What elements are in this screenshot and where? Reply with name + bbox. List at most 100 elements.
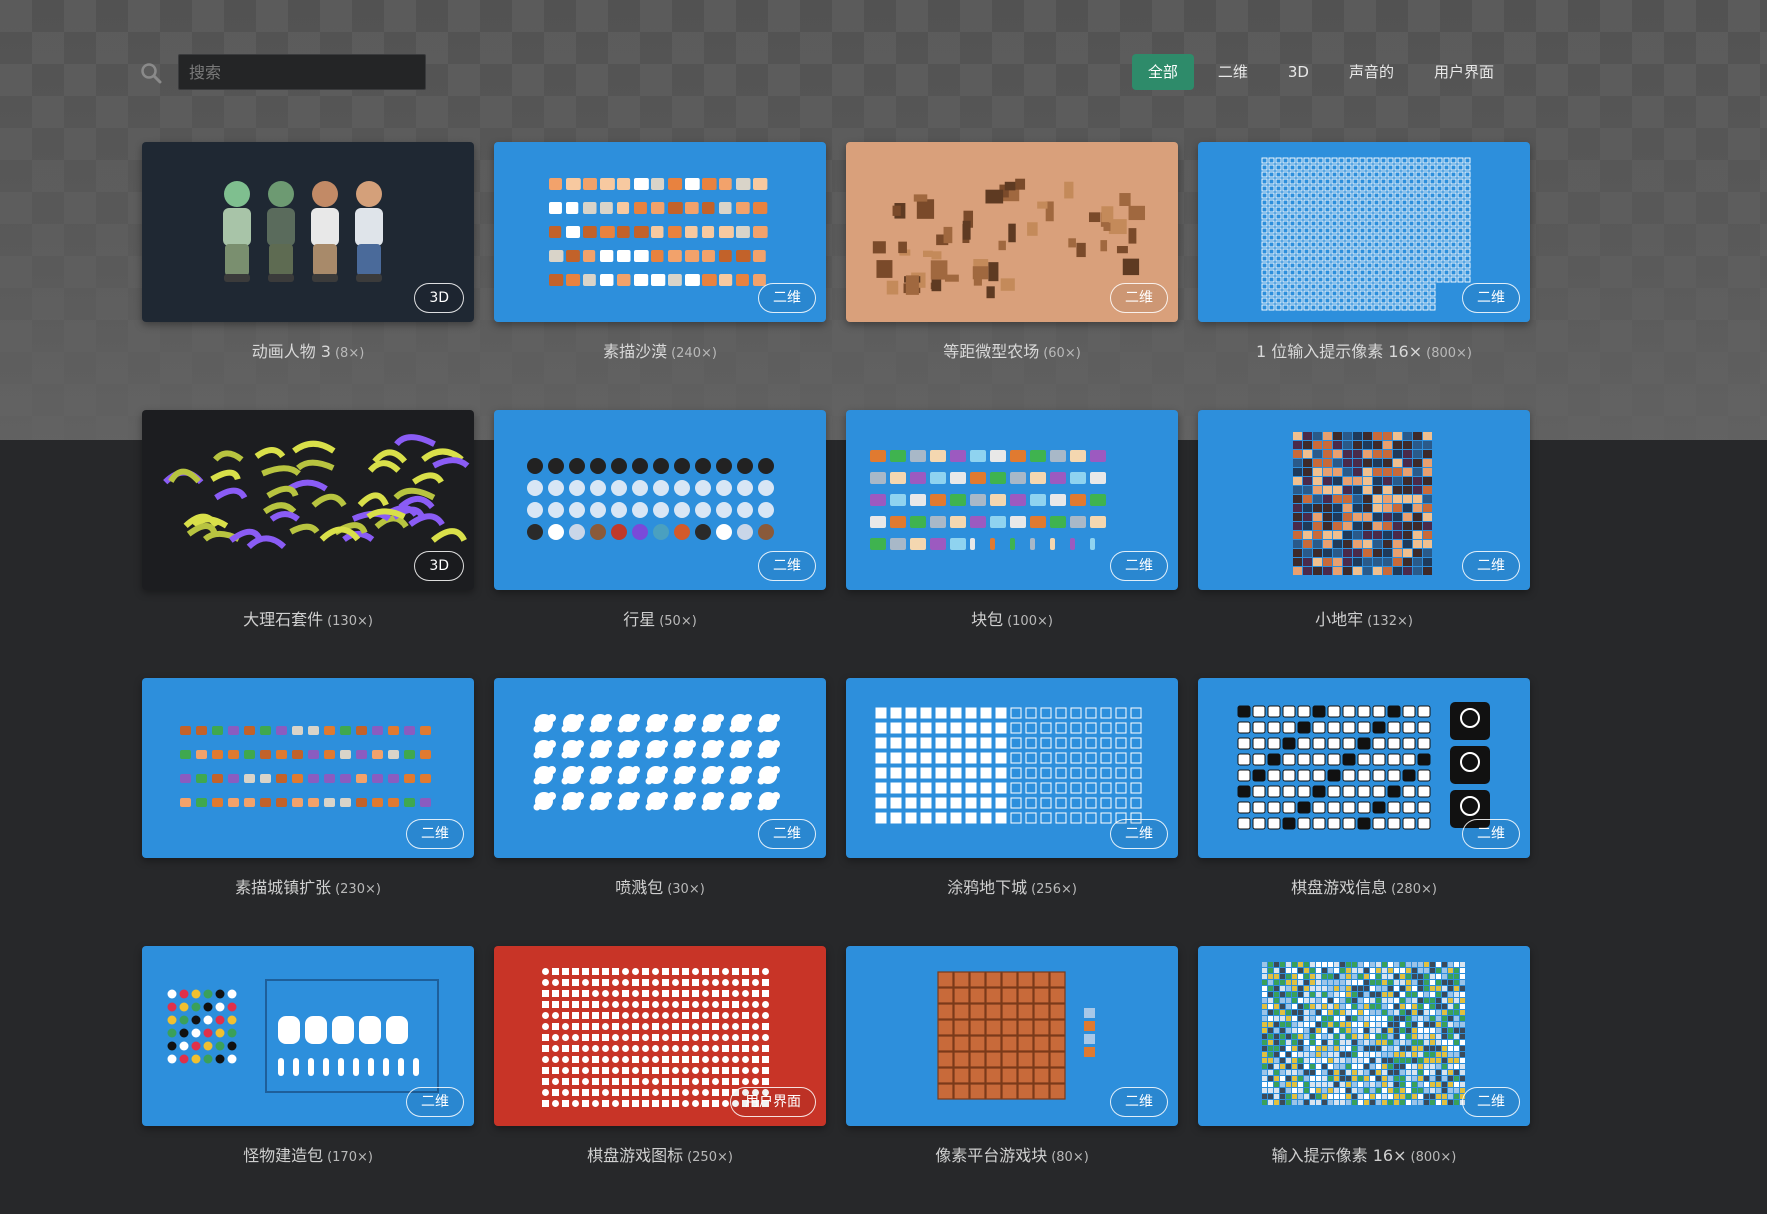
asset-pack-thumbnail[interactable]: 二维 [846,410,1178,590]
asset-pack-thumbnail[interactable]: 二维 [494,410,826,590]
category-badge: 二维 [406,819,464,849]
asset-pack-card[interactable]: 3D 动画人物 3 (8×) [142,142,474,410]
asset-pack-card[interactable]: 二维 1 位输入提示像素 16× (800×) [1198,142,1530,410]
asset-pack-card[interactable]: 二维输入提示像素 16× (800×) [1198,946,1530,1214]
asset-count: (50×) [659,614,697,629]
asset-count: (256×) [1031,882,1077,897]
asset-pack-thumbnail[interactable]: 二维 [1198,678,1530,858]
asset-pack-title[interactable]: 素描城镇扩张 [235,878,331,897]
asset-pack-thumbnail[interactable]: 3D [142,410,474,590]
asset-pack-title[interactable]: 怪物建造包 [243,1146,323,1165]
asset-pack-title[interactable]: 输入提示像素 16× [1272,1146,1407,1165]
search-input[interactable] [178,54,426,90]
asset-pack-caption: 怪物建造包 (170×) [142,1142,474,1166]
asset-pack-thumbnail[interactable]: 用户界面 [494,946,826,1126]
asset-count: (100×) [1007,614,1053,629]
asset-pack-title[interactable]: 素描沙漠 [603,342,667,361]
asset-count: (30×) [667,882,705,897]
asset-count: (800×) [1410,1150,1457,1165]
asset-pack-caption: 喷溅包 (30×) [494,874,826,898]
category-badge: 二维 [1110,819,1168,849]
asset-pack-caption: 行星 (50×) [494,606,826,630]
search-icon[interactable] [140,62,162,84]
asset-pack-grid: 3D 动画人物 3 (8×) 二维 素描沙漠 (240×) 二维 等距微型农场 (60×) 二维 1… [142,142,1530,1214]
asset-pack-thumbnail[interactable]: 二维 [142,678,474,858]
category-badge: 二维 [1110,1087,1168,1117]
asset-pack-caption: 小地牢 (132×) [1198,606,1530,630]
asset-pack-thumbnail[interactable]: 二维 [846,946,1178,1126]
category-badge: 二维 [758,283,816,313]
filter-ui[interactable]: 用户界面 [1418,54,1510,90]
asset-pack-card[interactable]: 二维块包 (100×) [846,410,1178,678]
asset-pack-caption: 素描沙漠 (240×) [494,338,826,362]
asset-count: (80×) [1051,1150,1089,1165]
asset-pack-thumbnail[interactable]: 二维 [1198,142,1530,322]
asset-pack-caption: 棋盘游戏信息 (280×) [1198,874,1530,898]
asset-pack-card[interactable]: 用户界面棋盘游戏图标 (250×) [494,946,826,1214]
asset-pack-card[interactable]: 二维行星 (50×) [494,410,826,678]
filter-audio[interactable]: 声音的 [1333,54,1410,90]
asset-count: (60×) [1043,346,1081,361]
asset-pack-thumbnail[interactable]: 二维 [1198,946,1530,1126]
asset-pack-title[interactable]: 等距微型农场 [943,342,1039,361]
asset-pack-title[interactable]: 块包 [971,610,1003,629]
asset-pack-thumbnail[interactable]: 二维 [846,678,1178,858]
asset-pack-title[interactable]: 1 位输入提示像素 16× [1256,342,1422,361]
asset-pack-title[interactable]: 涂鸦地下城 [947,878,1027,897]
asset-count: (230×) [335,882,381,897]
asset-pack-thumbnail[interactable]: 3D [142,142,474,322]
asset-pack-title[interactable]: 动画人物 3 [252,342,331,361]
filter-2d[interactable]: 二维 [1202,54,1264,90]
asset-pack-caption: 输入提示像素 16× (800×) [1198,1142,1530,1166]
asset-count: (800×) [1426,346,1472,361]
category-badge: 二维 [1110,551,1168,581]
asset-pack-caption: 涂鸦地下城 (256×) [846,874,1178,898]
asset-pack-caption: 1 位输入提示像素 16× (800×) [1198,338,1530,362]
asset-pack-title[interactable]: 大理石套件 [243,610,323,629]
asset-pack-caption: 动画人物 3 (8×) [142,338,474,362]
category-badge: 用户界面 [730,1087,816,1117]
asset-pack-card[interactable]: 二维素描沙漠 (240×) [494,142,826,410]
asset-pack-caption: 素描城镇扩张 (230×) [142,874,474,898]
asset-count: (170×) [327,1150,373,1165]
asset-count: (280×) [1391,882,1437,897]
category-badge: 3D [414,283,464,313]
asset-pack-thumbnail[interactable]: 二维 [846,142,1178,322]
asset-pack-caption: 大理石套件 (130×) [142,606,474,630]
category-badge: 二维 [758,819,816,849]
asset-pack-card[interactable]: 二维素描城镇扩张 (230×) [142,678,474,946]
asset-pack-card[interactable]: 二维怪物建造包 (170×) [142,946,474,1214]
asset-pack-card[interactable]: 二维像素平台游戏块 (80×) [846,946,1178,1214]
category-badge: 二维 [406,1087,464,1117]
asset-pack-title[interactable]: 行星 [623,610,655,629]
category-badge: 二维 [1462,283,1520,313]
asset-pack-card[interactable]: 二维棋盘游戏信息 (280×) [1198,678,1530,946]
asset-pack-title[interactable]: 喷溅包 [615,878,663,897]
asset-pack-thumbnail[interactable]: 二维 [494,142,826,322]
asset-pack-caption: 像素平台游戏块 (80×) [846,1142,1178,1166]
category-badge: 二维 [1462,551,1520,581]
asset-pack-caption: 等距微型农场 (60×) [846,338,1178,362]
filter-3d[interactable]: 3D [1272,54,1325,90]
asset-count: (8×) [334,346,365,361]
asset-pack-card[interactable]: 二维喷溅包 (30×) [494,678,826,946]
asset-pack-caption: 块包 (100×) [846,606,1178,630]
category-badge: 二维 [1110,283,1168,313]
asset-pack-card[interactable]: 二维等距微型农场 (60×) [846,142,1178,410]
asset-pack-title[interactable]: 棋盘游戏图标 [587,1146,683,1165]
toolbar: 全部 二维 3D 声音的 用户界面 [140,52,1510,92]
asset-pack-title[interactable]: 小地牢 [1315,610,1363,629]
category-filters: 全部 二维 3D 声音的 用户界面 [1131,54,1510,90]
filter-all[interactable]: 全部 [1131,54,1194,90]
asset-pack-thumbnail[interactable]: 二维 [494,678,826,858]
asset-pack-card[interactable]: 3D 大理石套件 (130×) [142,410,474,678]
asset-count: (250×) [687,1150,733,1165]
asset-pack-title[interactable]: 像素平台游戏块 [935,1146,1047,1165]
asset-count: (132×) [1367,614,1413,629]
asset-pack-thumbnail[interactable]: 二维 [142,946,474,1126]
asset-pack-thumbnail[interactable]: 二维 [1198,410,1530,590]
asset-pack-card[interactable]: 二维涂鸦地下城 (256×) [846,678,1178,946]
asset-pack-title[interactable]: 棋盘游戏信息 [1291,878,1387,897]
asset-pack-card[interactable]: 二维小地牢 (132×) [1198,410,1530,678]
category-badge: 二维 [758,551,816,581]
